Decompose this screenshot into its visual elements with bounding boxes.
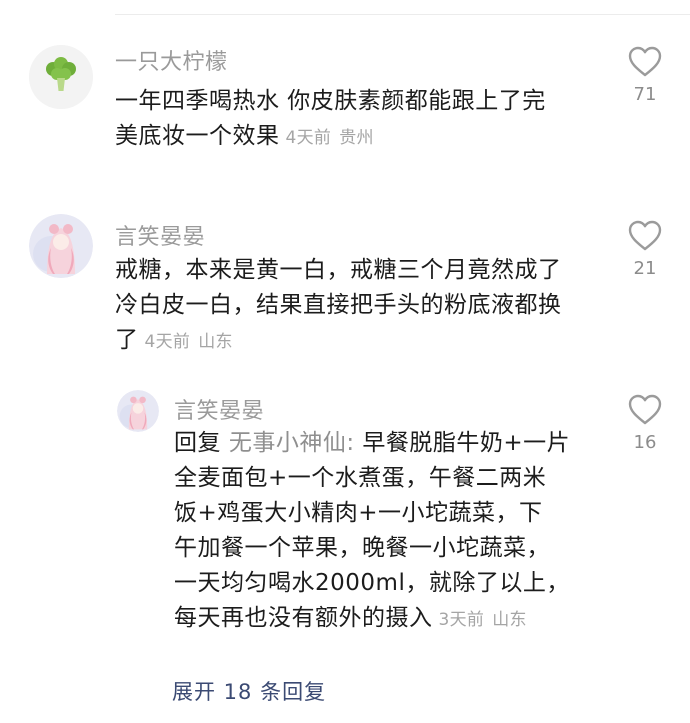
reply-line: 一天均匀喝水2000ml，就除了以上， (174, 570, 570, 596)
reply-line: 午加餐一个苹果，晚餐一小坨蔬菜， (174, 535, 550, 561)
like-button[interactable]: 71 (620, 46, 670, 105)
comment-time: 4天前 (285, 128, 332, 148)
heart-icon (628, 394, 662, 425)
reply-prefix: 回复 (174, 430, 221, 456)
comment-text: 一年四季喝热水 你皮肤素颜都能跟上了完 美底妆一个效果 4天前 贵州 (115, 84, 546, 156)
comment-username[interactable]: 言笑晏晏 (115, 219, 205, 251)
reply-line-text: 早餐脱脂牛奶+一片 (354, 430, 571, 456)
heart-icon (628, 46, 662, 77)
like-button[interactable]: 21 (620, 220, 670, 279)
comment-line: 戒糖，本来是黄一白，戒糖三个月竟然成了 (115, 257, 562, 283)
like-button[interactable]: 16 (620, 394, 670, 453)
reply-line: 每天再也没有额外的摄入 3天前 山东 (174, 601, 570, 638)
avatar[interactable] (29, 214, 93, 278)
reply-line: 全麦面包+一个水煮蛋，午餐二两米 (174, 465, 547, 491)
comment-location: 贵州 (339, 128, 374, 148)
comment-time: 4天前 (144, 332, 191, 352)
like-count: 16 (633, 432, 657, 453)
expand-replies-button[interactable]: 展开 18 条回复 (172, 676, 326, 706)
comment-line-text: 了 (115, 327, 139, 353)
comment-line: 美底妆一个效果 4天前 贵州 (115, 119, 546, 156)
heart-icon (628, 220, 662, 251)
reply-line: 回复 无事小神仙: 早餐脱脂牛奶+一片 (174, 426, 570, 461)
reply-meta: 3天前 山东 (439, 610, 527, 630)
comment-meta: 4天前 山东 (145, 332, 233, 352)
top-divider (115, 14, 690, 15)
reply-text: 回复 无事小神仙: 早餐脱脂牛奶+一片 全麦面包+一个水煮蛋，午餐二两米 饭+鸡… (174, 426, 570, 638)
comment-line: 了 4天前 山东 (115, 323, 562, 360)
reply-line: 饭+鸡蛋大小精肉+一小坨蔬菜，下 (174, 500, 543, 526)
avatar[interactable] (29, 45, 93, 109)
comment-username[interactable]: 一只大柠檬 (115, 44, 228, 76)
reply-time: 3天前 (438, 610, 485, 630)
comment-meta: 4天前 贵州 (286, 128, 374, 148)
comment-location: 山东 (198, 332, 233, 352)
anime-girl-avatar-icon (117, 390, 159, 432)
reply-location: 山东 (492, 610, 527, 630)
like-count: 71 (633, 84, 657, 105)
reply-line-text: 每天再也没有额外的摄入 (174, 605, 433, 631)
comment-line: 冷白皮一白，结果直接把手头的粉底液都换 (115, 292, 562, 318)
comment-line-text: 美底妆一个效果 (115, 123, 280, 149)
anime-girl-avatar-icon (29, 214, 93, 278)
reply-mention[interactable]: 无事小神仙: (229, 430, 355, 456)
comment-text: 戒糖，本来是黄一白，戒糖三个月竟然成了 冷白皮一白，结果直接把手头的粉底液都换 … (115, 253, 562, 360)
avatar[interactable] (117, 390, 159, 432)
reply-username[interactable]: 言笑晏晏 (174, 393, 264, 425)
like-count: 21 (633, 258, 657, 279)
comment-line: 一年四季喝热水 你皮肤素颜都能跟上了完 (115, 88, 546, 114)
broccoli-icon (29, 45, 93, 109)
